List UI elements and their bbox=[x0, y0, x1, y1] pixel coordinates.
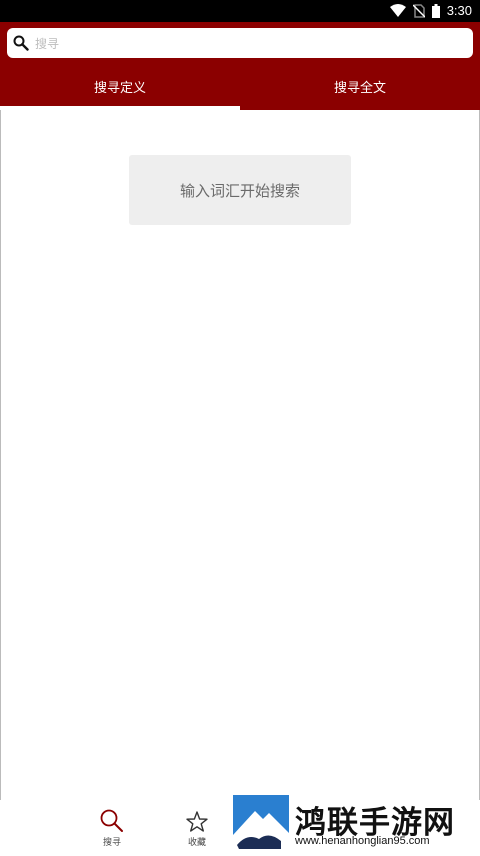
wifi-icon bbox=[389, 3, 406, 17]
watermark-url: www.henanhonglian95.com bbox=[295, 835, 430, 847]
tab-label: 搜寻全文 bbox=[333, 80, 386, 96]
tab-search-fulltext[interactable]: 搜寻全文 bbox=[240, 64, 480, 108]
app-header: 搜寻定义 搜寻全文 bbox=[0, 22, 480, 110]
mountain-logo-icon bbox=[233, 795, 289, 852]
status-bar: 3:30 bbox=[0, 0, 480, 22]
nav-favorites-label: 收藏 bbox=[187, 838, 206, 848]
status-time: 3:30 bbox=[446, 3, 472, 18]
no-sim-icon bbox=[412, 3, 425, 18]
hint-text: 输入词汇开始搜索 bbox=[179, 181, 300, 200]
tab-search-definition[interactable]: 搜寻定义 bbox=[0, 64, 240, 108]
search-input[interactable] bbox=[33, 32, 467, 56]
watermark-overlay: 鸿联手游网 www.henanhonglian95.com bbox=[233, 795, 480, 854]
tab-label: 搜寻定义 bbox=[93, 80, 146, 96]
battery-icon bbox=[431, 3, 440, 18]
star-icon bbox=[186, 811, 208, 832]
nav-search-label: 搜寻 bbox=[102, 838, 121, 848]
nav-search-button[interactable]: 搜寻 bbox=[82, 800, 142, 854]
watermark-logo bbox=[233, 795, 289, 852]
search-bar[interactable] bbox=[7, 28, 473, 58]
search-icon bbox=[100, 809, 123, 832]
search-icon bbox=[13, 35, 29, 51]
nav-favorites-button[interactable]: 收藏 bbox=[167, 800, 227, 854]
empty-state-hint: 输入词汇开始搜索 bbox=[129, 155, 351, 225]
